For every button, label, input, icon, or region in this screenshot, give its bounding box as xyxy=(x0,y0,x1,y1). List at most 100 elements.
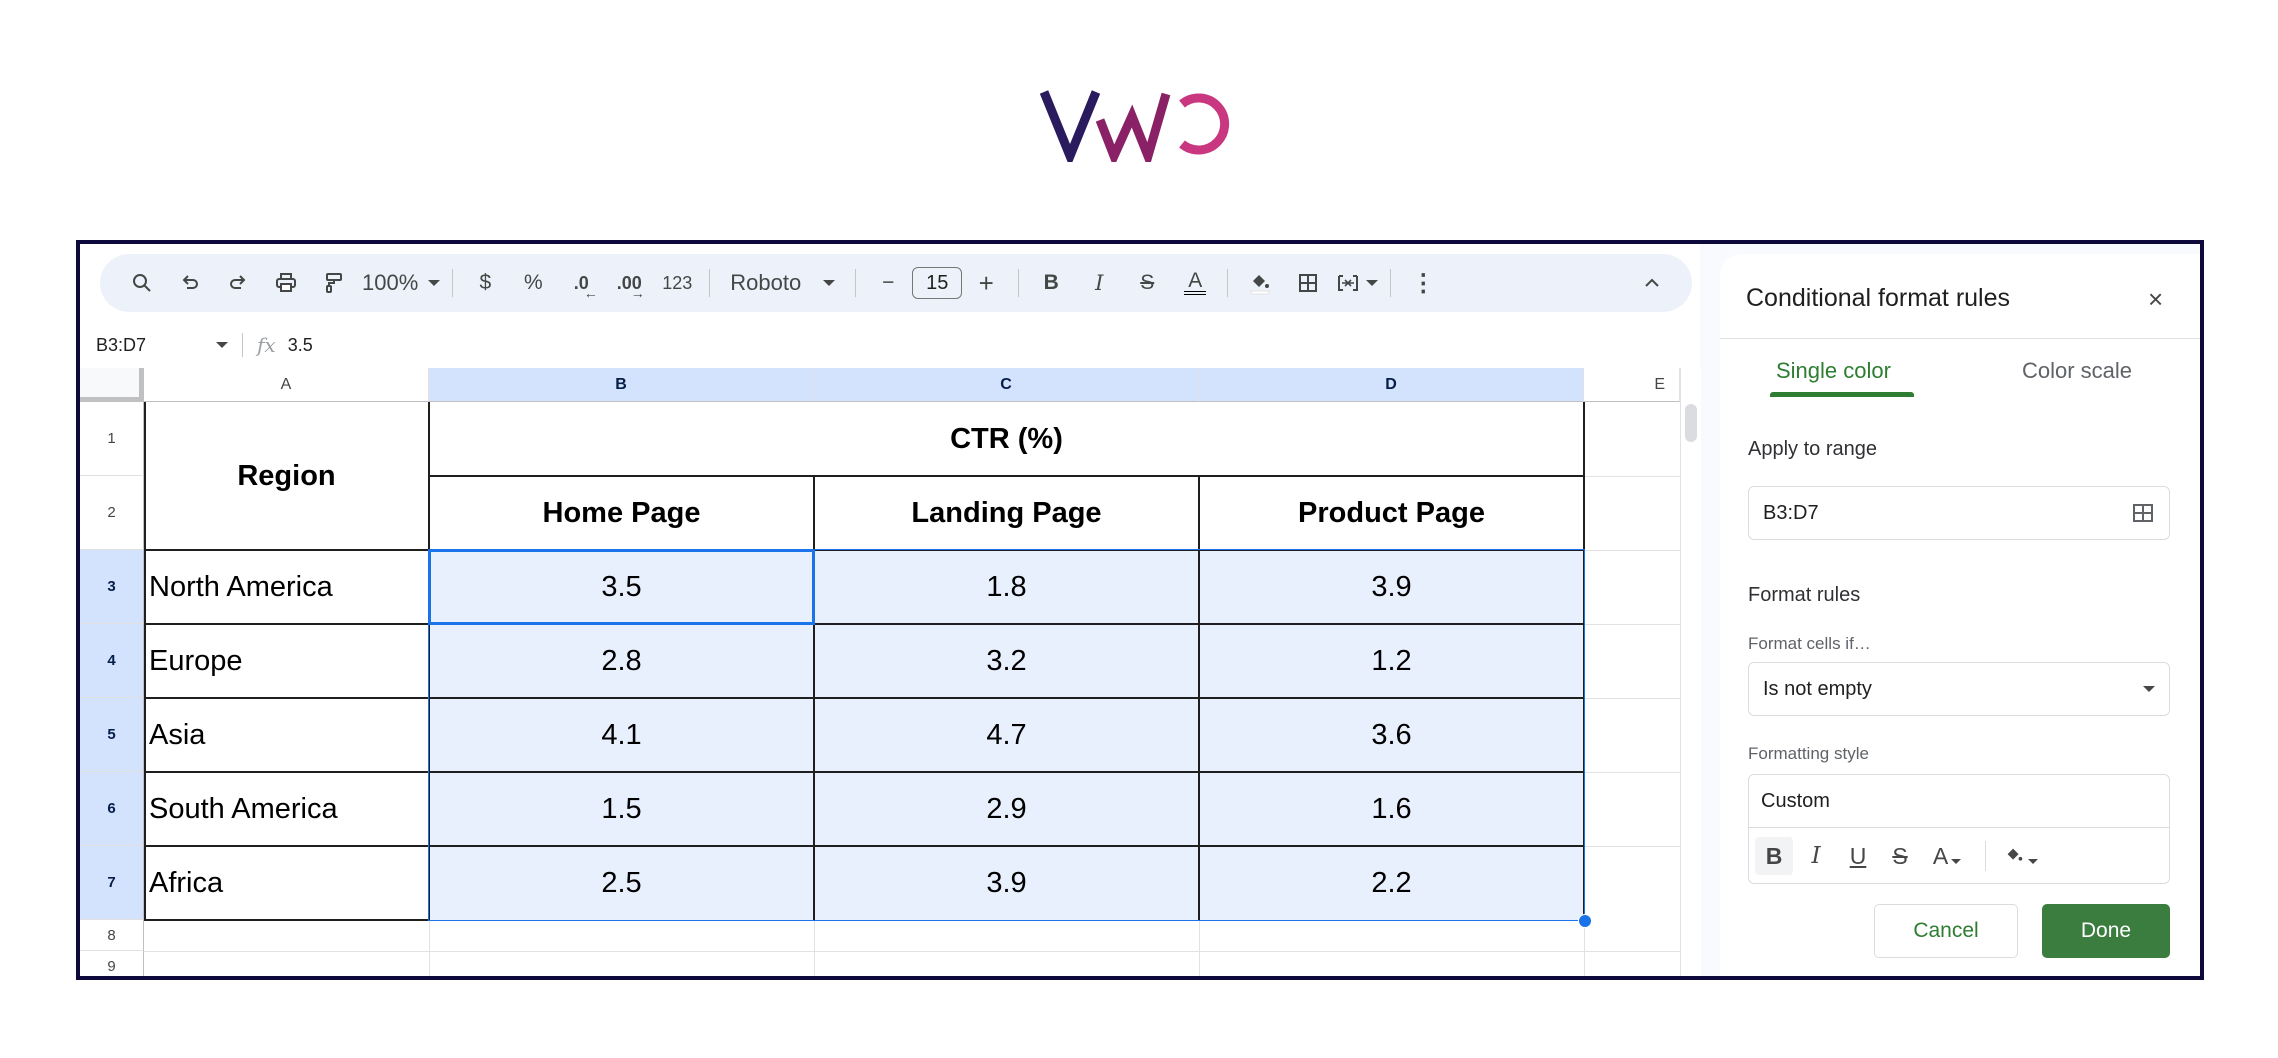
bold-button[interactable]: B xyxy=(1031,263,1071,303)
format-currency-button[interactable]: $ xyxy=(465,263,505,303)
table-border xyxy=(429,475,1584,477)
undo-button[interactable] xyxy=(170,263,210,303)
format-percent-button[interactable]: % xyxy=(513,263,553,303)
select-range-icon[interactable] xyxy=(2131,501,2155,525)
strikethrough-button[interactable]: S xyxy=(1127,263,1167,303)
divider xyxy=(452,269,454,297)
header-ctr[interactable]: CTR (%) xyxy=(429,402,1584,476)
cell-region[interactable]: North America xyxy=(144,550,429,624)
column-header-d[interactable]: D xyxy=(1199,368,1584,402)
column-header-a[interactable]: A xyxy=(144,368,429,402)
row-header-4[interactable]: 4 xyxy=(80,624,144,698)
cell-region[interactable]: Europe xyxy=(144,624,429,698)
cell-value[interactable]: 2.2 xyxy=(1199,846,1584,920)
style-preview[interactable]: Custom xyxy=(1749,775,2169,828)
redo-button[interactable] xyxy=(218,263,258,303)
fill-color-button[interactable] xyxy=(1240,263,1280,303)
select-all-corner[interactable] xyxy=(80,368,144,402)
row-header-8[interactable]: 8 xyxy=(80,920,144,951)
cell-value[interactable]: 3.2 xyxy=(814,624,1199,698)
table-border xyxy=(144,623,1584,625)
scrollbar-thumb[interactable] xyxy=(1685,404,1697,442)
more-vert-icon: ⋮ xyxy=(1411,269,1436,297)
more-formats-button[interactable]: 123 xyxy=(657,263,697,303)
print-icon xyxy=(276,273,296,292)
row-header-7[interactable]: 7 xyxy=(80,846,144,920)
merge-cells-button[interactable] xyxy=(1336,263,1379,303)
formatting-style-box: Custom B I U S A xyxy=(1748,774,2170,884)
decrease-decimal-button[interactable]: .0 ← xyxy=(561,263,601,303)
zoom-select[interactable]: 100% xyxy=(362,263,441,303)
cell-value[interactable]: 3.5 xyxy=(429,550,814,624)
range-input[interactable]: B3:D7 xyxy=(1748,486,2170,540)
condition-select[interactable]: Is not empty xyxy=(1748,662,2170,716)
style-fill-color-button[interactable] xyxy=(1996,837,2044,875)
formula-input[interactable]: 3.5 xyxy=(288,335,313,356)
divider xyxy=(1985,841,1986,871)
borders-button[interactable] xyxy=(1288,263,1328,303)
tab-single-color[interactable]: Single color xyxy=(1776,358,1891,384)
gridline xyxy=(144,951,1680,952)
row-header-6[interactable]: 6 xyxy=(80,772,144,846)
cell-value[interactable]: 4.7 xyxy=(814,698,1199,772)
collapse-toolbar-button[interactable] xyxy=(1632,263,1672,303)
column-header-b[interactable]: B xyxy=(429,368,814,402)
style-underline-button[interactable]: U xyxy=(1839,837,1877,875)
cell-value[interactable]: 4.1 xyxy=(429,698,814,772)
cell-value[interactable]: 3.9 xyxy=(814,846,1199,920)
search-menus-button[interactable] xyxy=(122,263,162,303)
cell-value[interactable]: 2.9 xyxy=(814,772,1199,846)
paint-format-button[interactable] xyxy=(314,263,354,303)
cell-value[interactable]: 3.6 xyxy=(1199,698,1584,772)
minus-icon: − xyxy=(882,271,895,294)
panel-title: Conditional format rules xyxy=(1746,284,2011,312)
style-text-color-button[interactable]: A xyxy=(1923,837,1971,875)
style-bold-button[interactable]: B xyxy=(1755,837,1793,875)
close-icon[interactable]: × xyxy=(2148,284,2163,315)
increase-font-size-button[interactable]: + xyxy=(966,263,1006,303)
font-select[interactable]: Roboto xyxy=(722,263,843,303)
decrease-font-size-button[interactable]: − xyxy=(868,263,908,303)
row-header-5[interactable]: 5 xyxy=(80,698,144,772)
cell-value[interactable]: 1.8 xyxy=(814,550,1199,624)
cancel-button[interactable]: Cancel xyxy=(1874,904,2018,958)
active-tab-indicator xyxy=(1770,392,1914,397)
tab-color-scale[interactable]: Color scale xyxy=(2022,358,2132,384)
style-strikethrough-button[interactable]: S xyxy=(1881,837,1919,875)
vertical-scrollbar[interactable] xyxy=(1680,368,1701,976)
row-header-2[interactable]: 2 xyxy=(80,476,144,550)
cell-region[interactable]: Asia xyxy=(144,698,429,772)
style-italic-button[interactable]: I xyxy=(1797,837,1835,875)
row-header-9[interactable]: 9 xyxy=(80,951,144,976)
text-color-button[interactable]: A xyxy=(1175,263,1215,303)
name-box[interactable]: B3:D7 xyxy=(80,335,216,356)
cell-region[interactable]: South America xyxy=(144,772,429,846)
italic-icon: I xyxy=(1811,843,1821,869)
merge-cells-icon xyxy=(1338,275,1359,291)
cell-value[interactable]: 2.8 xyxy=(429,624,814,698)
increase-decimal-button[interactable]: .00 → xyxy=(609,263,649,303)
cell-value[interactable]: 1.6 xyxy=(1199,772,1584,846)
row-header-3[interactable]: 3 xyxy=(80,550,144,624)
chevron-down-icon[interactable] xyxy=(216,342,228,348)
fill-handle[interactable] xyxy=(1578,914,1592,928)
column-header-c[interactable]: C xyxy=(814,368,1199,402)
header-product-page[interactable]: Product Page xyxy=(1199,476,1584,550)
font-size-input[interactable]: 15 xyxy=(912,267,963,299)
done-button[interactable]: Done xyxy=(2042,904,2170,958)
cell-value[interactable]: 1.2 xyxy=(1199,624,1584,698)
italic-button[interactable]: I xyxy=(1079,263,1119,303)
chevron-up-icon xyxy=(1645,278,1659,287)
row-header-1[interactable]: 1 xyxy=(80,402,144,476)
cell-region[interactable]: Africa xyxy=(144,846,429,920)
header-region[interactable]: Region xyxy=(144,402,429,550)
cell-value[interactable]: 1.5 xyxy=(429,772,814,846)
header-home-page[interactable]: Home Page xyxy=(429,476,814,550)
column-header-e[interactable]: E xyxy=(1584,368,1680,402)
cell-value[interactable]: 2.5 xyxy=(429,846,814,920)
cell-value[interactable]: 3.9 xyxy=(1199,550,1584,624)
header-landing-page[interactable]: Landing Page xyxy=(814,476,1199,550)
divider xyxy=(855,269,857,297)
more-options-button[interactable]: ⋮ xyxy=(1403,263,1443,303)
print-button[interactable] xyxy=(266,263,306,303)
